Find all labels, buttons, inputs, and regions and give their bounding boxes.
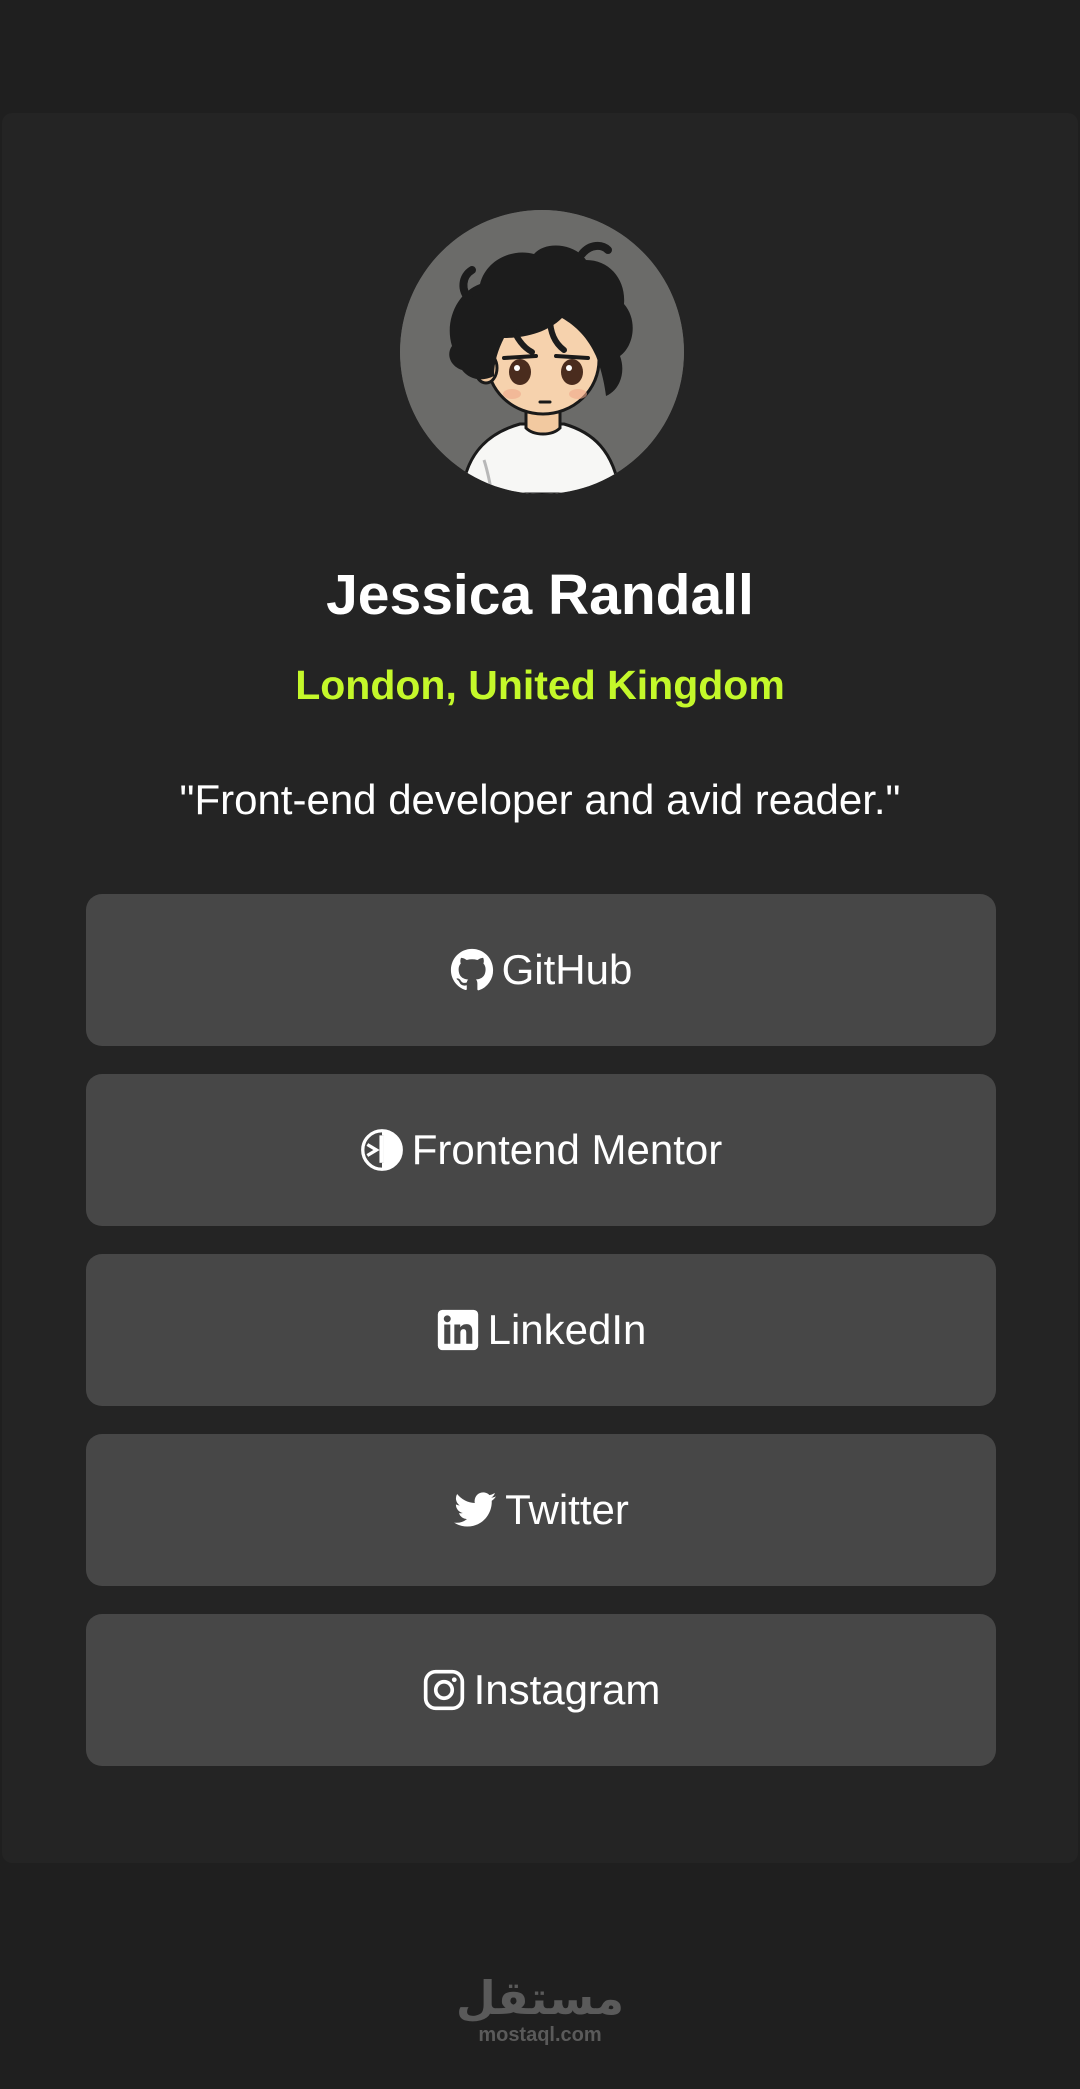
profile-location: London, United Kingdom <box>295 662 785 708</box>
frontend-mentor-icon <box>360 1128 404 1172</box>
twitter-link-label: Twitter <box>505 1486 629 1533</box>
github-link-button[interactable]: GitHub <box>86 894 996 1046</box>
linkedin-icon <box>436 1308 480 1352</box>
frontend-mentor-link-button[interactable]: Frontend Mentor <box>86 1074 996 1226</box>
instagram-link-label: Instagram <box>473 1666 661 1713</box>
page: Jessica Randall London, United Kingdom "… <box>0 0 1080 2089</box>
mostaql-logo-latin: mostaql.com <box>478 2024 602 2046</box>
github-link-label: GitHub <box>501 946 633 993</box>
mostaql-logo-arabic: مستقل <box>455 1972 625 2024</box>
linkedin-link-label: LinkedIn <box>487 1306 647 1353</box>
instagram-icon <box>422 1668 466 1712</box>
github-icon <box>450 948 494 992</box>
linkedin-link-button[interactable]: LinkedIn <box>86 1254 996 1406</box>
mostaql-logo[interactable]: مستقل mostaql.com <box>0 1975 1080 2047</box>
twitter-link-button[interactable]: Twitter <box>86 1434 996 1586</box>
instagram-link-button[interactable]: Instagram <box>86 1614 996 1766</box>
profile-card: Jessica Randall London, United Kingdom "… <box>2 113 1078 1863</box>
twitter-icon <box>453 1488 497 1532</box>
frontend-mentor-link-label: Frontend Mentor <box>411 1126 723 1173</box>
profile-name: Jessica Randall <box>326 563 754 627</box>
profile-bio: "Front-end developer and avid reader." <box>179 776 901 823</box>
avatar <box>400 210 684 494</box>
social-links: GitHub Frontend Mentor LinkedIn Twitter … <box>86 894 996 1794</box>
